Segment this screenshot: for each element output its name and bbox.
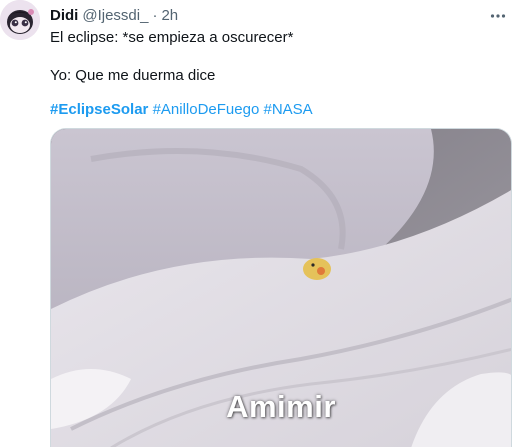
author-handle[interactable]: @Ijessdi_	[82, 6, 148, 26]
more-options-button[interactable]	[488, 6, 508, 26]
hashtag-link[interactable]: #EclipseSolar	[50, 101, 148, 118]
tweet-media[interactable]: Amimir	[50, 128, 512, 447]
more-options-icon	[490, 14, 506, 18]
tweet-line-1: El eclipse: *se empieza a oscurecer*	[50, 29, 294, 46]
author-name[interactable]: Didi	[50, 6, 78, 26]
hashtag-row: #EclipseSolar #AnilloDeFuego #NASA	[50, 100, 313, 120]
separator-dot: ·	[152, 7, 158, 24]
media-caption: Amimir	[226, 389, 336, 424]
tweet: Didi @Ijessdi_ · 2h El eclipse: *se empi…	[0, 0, 520, 447]
tweet-line-2: Yo: Que me duerma dice	[50, 67, 216, 84]
timestamp[interactable]: 2h	[161, 6, 178, 26]
tweet-header: Didi @Ijessdi_ · 2h	[50, 6, 178, 26]
hashtag-link[interactable]: #AnilloDeFuego	[153, 101, 260, 118]
avatar[interactable]	[0, 0, 40, 40]
avatar-icon	[0, 0, 40, 40]
hashtag-link[interactable]: #NASA	[263, 101, 312, 118]
